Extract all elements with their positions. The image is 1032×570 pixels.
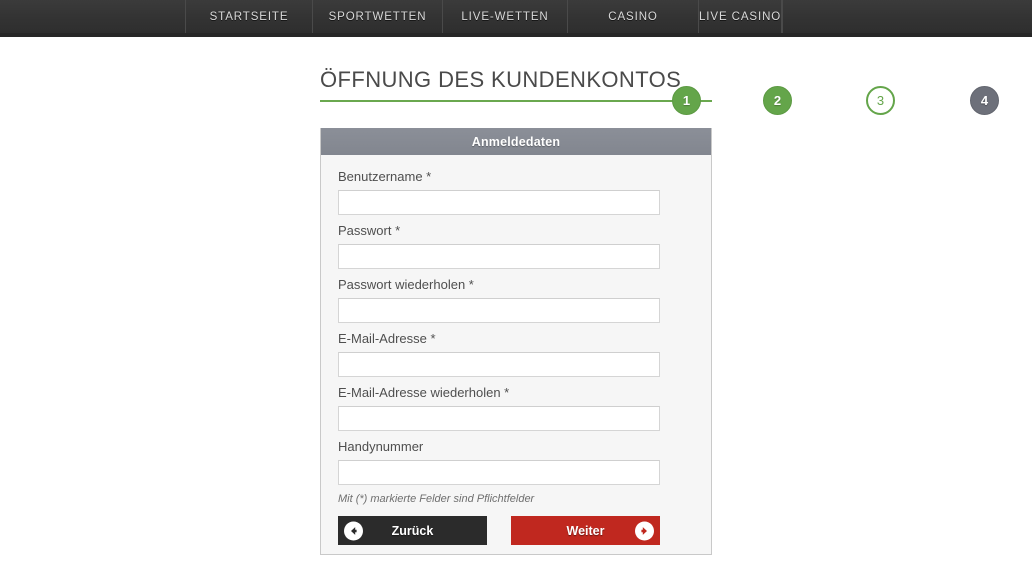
arrow-left-icon xyxy=(344,521,363,540)
field-label-username: Benutzername * xyxy=(338,169,432,184)
step-progress-line xyxy=(320,100,712,102)
field-label-password: Passwort * xyxy=(338,223,401,238)
next-button[interactable]: Weiter xyxy=(511,516,660,545)
mobile-number-input[interactable] xyxy=(338,460,660,485)
field-label-email-repeat: E-Mail-Adresse wiederholen * xyxy=(338,385,510,400)
registration-form-panel: Anmeldedaten Benutzername * Passwort * P… xyxy=(320,128,712,555)
nav-item-label: STARTSEITE xyxy=(209,10,289,23)
nav-item-label: CASINO xyxy=(608,10,658,23)
nav-item-casino[interactable]: CASINO xyxy=(568,0,699,33)
nav-item-startseite[interactable]: STARTSEITE xyxy=(186,0,313,33)
back-button-label: Zurück xyxy=(391,523,434,538)
arrow-right-icon xyxy=(635,521,654,540)
back-button[interactable]: Zurück xyxy=(338,516,487,545)
step-indicator-2[interactable]: 2 xyxy=(763,86,792,115)
nav-item-label: LIVE-WETTEN xyxy=(461,10,549,23)
panel-header: Anmeldedaten xyxy=(321,128,711,155)
email-input[interactable] xyxy=(338,352,660,377)
step-number: 2 xyxy=(773,93,782,108)
panel-header-title: Anmeldedaten xyxy=(471,134,561,149)
top-navigation-bar: STARTSEITE SPORTWETTEN LIVE-WETTEN CASIN… xyxy=(0,0,1032,37)
email-repeat-input[interactable] xyxy=(338,406,660,431)
nav-right-spacer xyxy=(782,0,1032,33)
field-email: E-Mail-Adresse * xyxy=(338,331,694,377)
nav-left-spacer xyxy=(0,0,186,33)
registration-step-indicator: 1 2 3 4 xyxy=(320,86,999,116)
field-email-repeat: E-Mail-Adresse wiederholen * xyxy=(338,385,694,431)
nav-item-label: SPORTWETTEN xyxy=(328,10,427,23)
field-label-email: E-Mail-Adresse * xyxy=(338,331,436,346)
step-number: 3 xyxy=(876,93,885,108)
form-button-row: Zurück Weiter xyxy=(338,516,694,545)
panel-body: Benutzername * Passwort * Passwort wiede… xyxy=(321,155,711,545)
field-username: Benutzername * xyxy=(338,169,694,215)
nav-item-label: LIVE CASINO xyxy=(699,10,782,23)
nav-item-live-casino[interactable]: LIVE CASINO xyxy=(699,0,783,33)
step-indicator-4[interactable]: 4 xyxy=(970,86,999,115)
field-label-password-repeat: Passwort wiederholen * xyxy=(338,277,474,292)
field-mobile-number: Handynummer xyxy=(338,439,694,485)
required-fields-note: Mit (*) markierte Felder sind Pflichtfel… xyxy=(338,493,535,505)
username-input[interactable] xyxy=(338,190,660,215)
field-password: Passwort * xyxy=(338,223,694,269)
step-number: 4 xyxy=(980,93,989,108)
password-repeat-input[interactable] xyxy=(338,298,660,323)
nav-item-sportwetten[interactable]: SPORTWETTEN xyxy=(313,0,443,33)
password-input[interactable] xyxy=(338,244,660,269)
step-indicator-3-active[interactable]: 3 xyxy=(866,86,895,115)
next-button-label: Weiter xyxy=(566,523,605,538)
field-label-mobile-number: Handynummer xyxy=(338,439,424,454)
field-password-repeat: Passwort wiederholen * xyxy=(338,277,694,323)
nav-item-live-wetten[interactable]: LIVE-WETTEN xyxy=(443,0,568,33)
step-indicator-1[interactable]: 1 xyxy=(672,86,701,115)
step-number: 1 xyxy=(682,93,691,108)
